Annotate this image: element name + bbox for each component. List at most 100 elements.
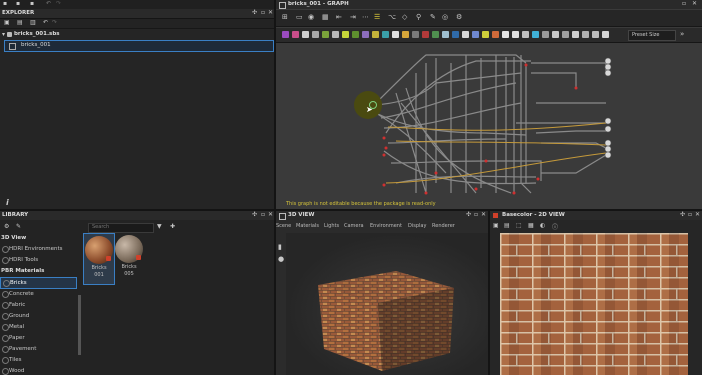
new-package-icon[interactable]: ▣ [4,19,10,26]
preset-size-dropdown[interactable]: Preset Size [628,30,676,41]
menu-camera[interactable]: Camera [344,223,364,229]
undo-top-icon[interactable]: ↶ [46,0,51,7]
category-hdri-env[interactable]: HDRI Environments [0,244,75,254]
category-hdri-tools[interactable]: HDRI Tools [0,255,75,265]
layout-icon[interactable]: ⊞ [282,13,288,21]
library-max-icon[interactable]: ▫ [261,211,265,218]
graph-close-icon[interactable]: ✕ [692,0,697,7]
more-node-icon[interactable] [592,31,599,38]
grid-icon[interactable]: ▦ [322,13,329,21]
new-icon[interactable]: ▪ [16,0,20,7]
redo-icon[interactable]: ↷ [52,19,57,26]
menu-icon[interactable]: ▪ [3,0,7,7]
levels-node-icon[interactable] [352,31,359,38]
normal-node-icon[interactable] [472,31,479,38]
lock-icon[interactable]: ◎ [442,13,448,21]
search-field[interactable]: Search [88,223,154,233]
category-scrollbar[interactable] [78,295,81,355]
view3d-max-icon[interactable]: ▫ [474,211,478,218]
favorite-icon[interactable]: ✚ [170,223,175,230]
copy-icon[interactable]: ▣ [493,222,499,229]
frame-icon[interactable]: ▭ [296,13,303,21]
graph-canvas[interactable]: ➤ This graph is not editable because the… [276,43,702,210]
material-bricks-005[interactable]: Bricks 005 [114,233,144,283]
info-view-icon[interactable]: ⓘ [552,222,558,231]
viewport-3d[interactable] [286,233,488,375]
node-icon[interactable]: ◇ [402,13,407,21]
library-close-icon[interactable]: ✕ [268,211,273,218]
filter-icon[interactable]: ▼ [157,223,162,230]
mask-node-icon[interactable] [562,31,569,38]
chevron-down-icon[interactable]: ▾ [2,31,5,38]
view3d-pin-icon[interactable]: ✣ [466,211,471,218]
library-pin-icon[interactable]: ✣ [252,211,257,218]
blend-node-icon[interactable] [342,31,349,38]
toolbar-expand-icon[interactable]: » [680,30,684,38]
save-all-icon[interactable]: ▪ [30,0,34,7]
channel-node-icon[interactable] [452,31,459,38]
directional-node-icon[interactable] [502,31,509,38]
category-concrete[interactable]: Concrete [0,289,75,299]
tile-node-icon[interactable] [532,31,539,38]
output-node-icon[interactable] [432,31,439,38]
snap-icon[interactable]: ☰ [374,13,380,21]
graph-max-icon[interactable]: ▫ [682,0,686,7]
input-node-icon[interactable] [292,31,299,38]
menu-materials[interactable]: Materials [296,223,319,229]
menu-lights[interactable]: Lights [324,223,339,229]
pattern-node-icon[interactable] [552,31,559,38]
menu-environment[interactable]: Environment [370,223,402,229]
bitmap-node-icon[interactable] [312,31,319,38]
text-node-icon[interactable] [522,31,529,38]
tile-view-icon[interactable]: ▦ [528,222,534,229]
redo-top-icon[interactable]: ↷ [56,0,61,7]
channels-icon[interactable]: ◐ [540,222,545,229]
fx-node-icon[interactable] [422,31,429,38]
extra-node-icon[interactable] [582,31,589,38]
svg-node-icon[interactable] [322,31,329,38]
extra2-node-icon[interactable] [602,31,609,38]
open-icon[interactable]: ▤ [17,19,23,26]
divider-vertical-2[interactable] [488,211,490,375]
link-icon[interactable]: ⌥ [388,13,396,21]
category-metal[interactable]: Metal [0,322,75,332]
view2d-max-icon[interactable]: ▫ [688,211,692,218]
curve-node-icon[interactable] [412,31,419,38]
comment-icon[interactable]: ✎ [430,13,436,21]
menu-display[interactable]: Display [408,223,426,229]
save-image-icon[interactable]: ▤ [504,222,510,229]
divider-horizontal[interactable] [0,209,702,211]
panel-max-icon[interactable]: ▫ [261,9,265,16]
camera-icon[interactable]: ◉ [308,13,314,21]
category-paper[interactable]: Paper [0,333,75,343]
panel-pin-icon[interactable]: ✣ [252,9,257,16]
sharpen-node-icon[interactable] [442,31,449,38]
pixel-node-icon[interactable] [332,31,339,38]
library-edit-icon[interactable]: ✎ [16,223,21,230]
category-ground[interactable]: Ground [0,311,75,321]
info-icon[interactable]: i [6,198,9,207]
category-pavement[interactable]: Pavement [0,344,75,354]
save-icon[interactable]: ▥ [30,19,36,26]
category-fabric[interactable]: Fabric [0,300,75,310]
camera-view-icon[interactable]: ▮ [278,243,282,251]
package-row[interactable]: ▾ bricks_001.sbs [0,30,274,40]
category-bricks[interactable]: Bricks [0,277,77,289]
panel-close-icon[interactable]: ✕ [268,9,273,16]
graph-row[interactable]: bricks_001 [4,40,274,52]
align-icon[interactable]: ⇤ [336,13,342,21]
view2d-close-icon[interactable]: ✕ [695,211,700,218]
noise-node-icon[interactable] [542,31,549,38]
blur-node-icon[interactable] [362,31,369,38]
view2d-pin-icon[interactable]: ✣ [680,211,685,218]
filter-node-icon[interactable] [572,31,579,38]
filter-icon[interactable]: ⚲ [416,13,421,21]
emboss-node-icon[interactable] [482,31,489,38]
material-bricks-001[interactable]: Bricks 001 [83,233,115,285]
category-tiles[interactable]: Tiles [0,355,75,365]
grayscale-node-icon[interactable] [462,31,469,38]
category-3d-view[interactable]: 3D View [0,233,75,243]
category-wood[interactable]: Wood [0,366,75,375]
gradient-node-icon[interactable] [392,31,399,38]
undo-icon[interactable]: ↶ [43,19,48,26]
